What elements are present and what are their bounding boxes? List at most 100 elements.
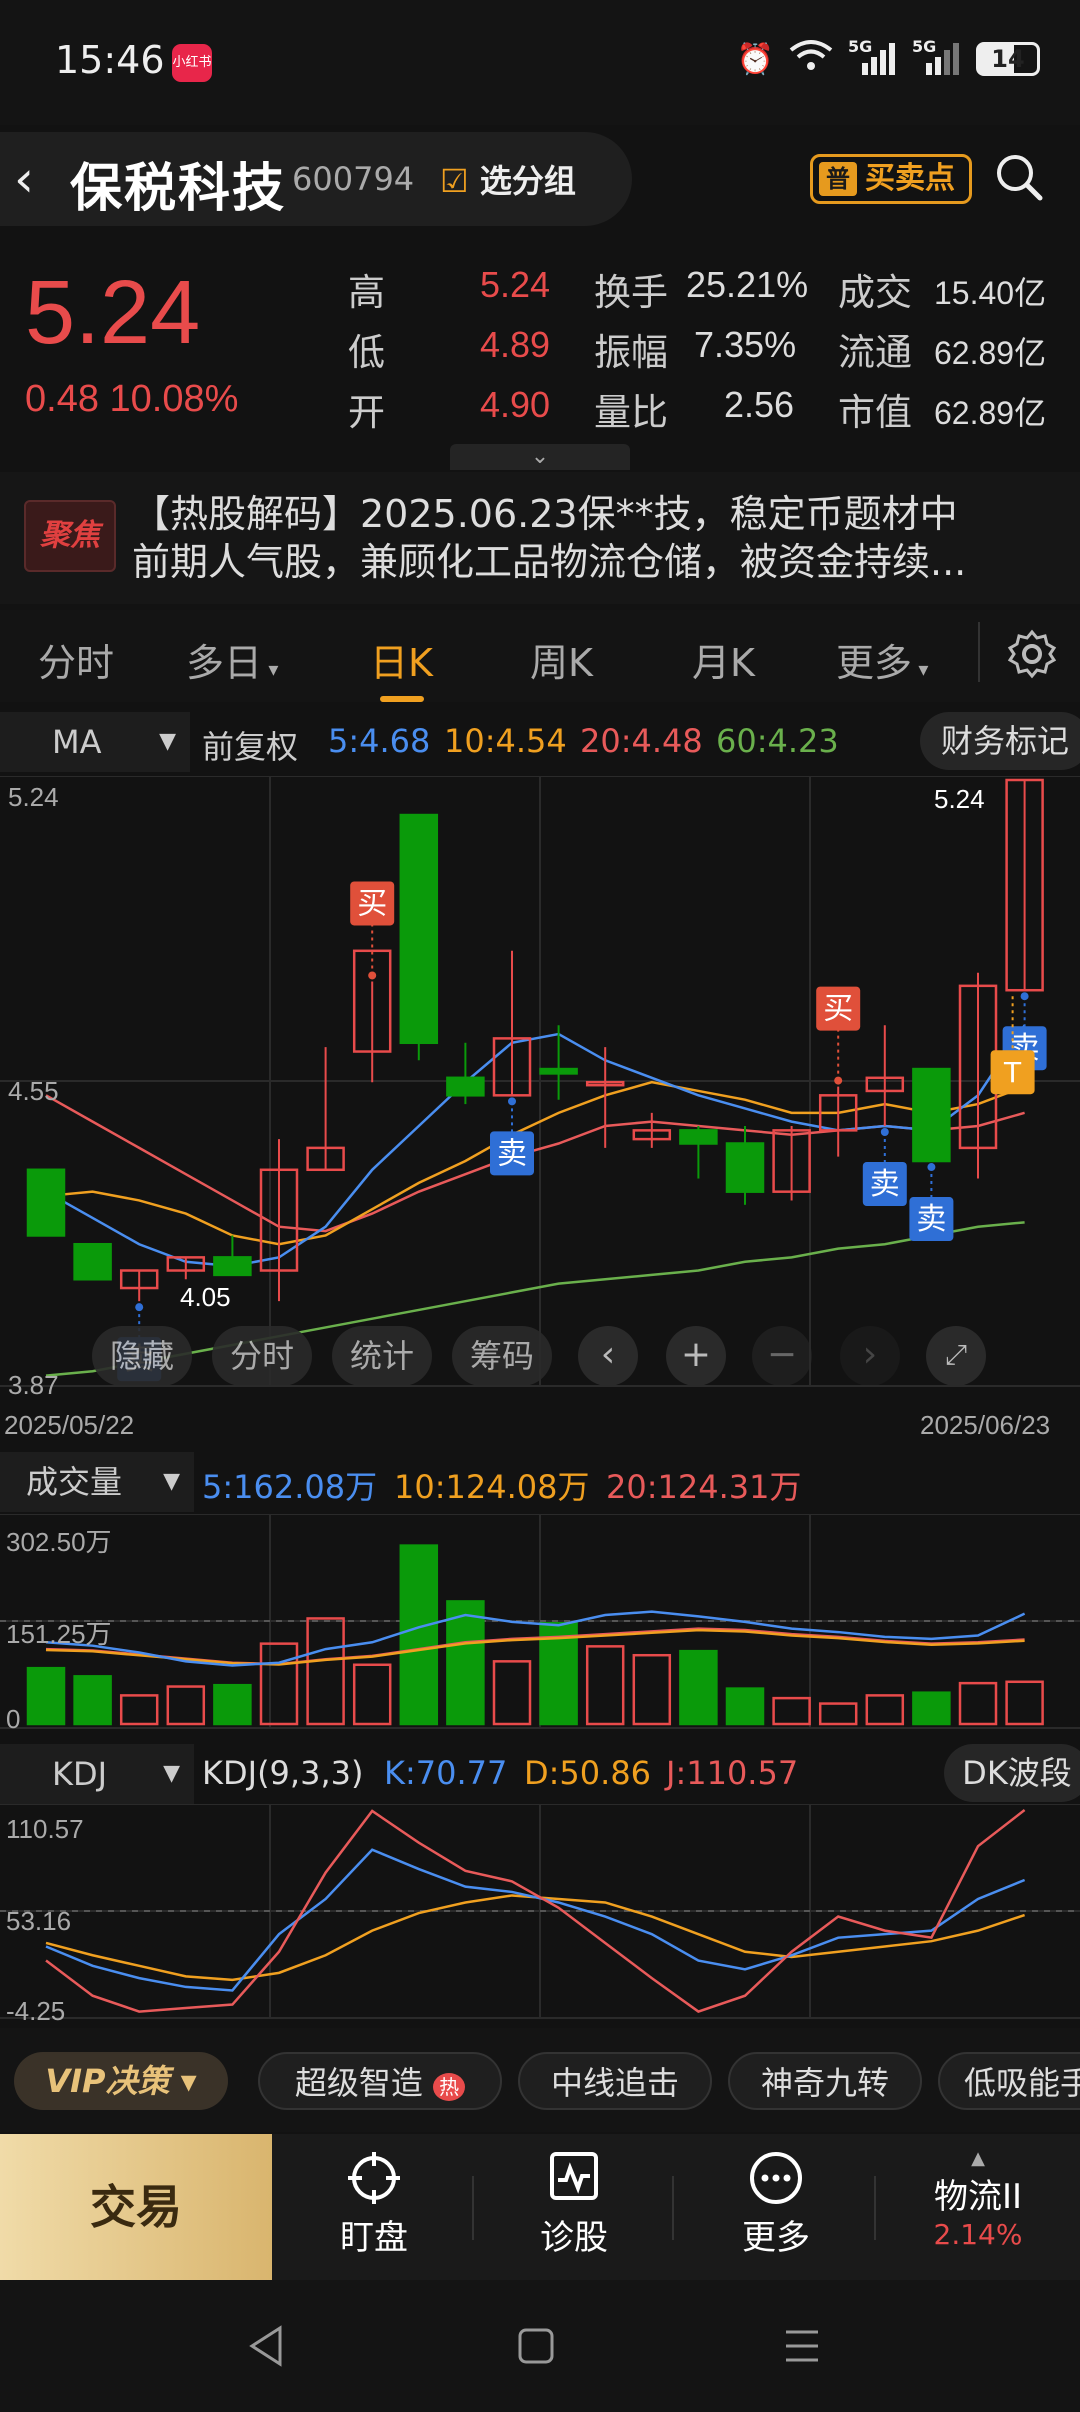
signal-dot	[1020, 992, 1029, 1001]
kdj-chart[interactable]	[0, 1804, 1080, 2028]
volume-bar	[166, 1685, 206, 1726]
system-menu-icon[interactable]	[782, 2326, 822, 2370]
candle-body	[539, 1067, 578, 1075]
trade-button[interactable]: 交易	[0, 2134, 272, 2280]
tab-monthly-k[interactable]: 月K	[692, 632, 755, 687]
signal-label: 卖	[870, 1167, 900, 1202]
ma10-value: 10:4.54	[444, 722, 567, 760]
volume-chart[interactable]	[0, 1514, 1080, 1736]
kline-chart[interactable]: 买买卖卖卖卖卖T	[0, 776, 1080, 1396]
wifi-icon	[788, 38, 834, 80]
back-icon[interactable]: ‹	[14, 150, 34, 208]
indicator-select-ma[interactable]: MA ▼	[0, 712, 190, 772]
signal-icon-2: 5G	[912, 37, 962, 77]
stock-name: 保税科技	[70, 159, 287, 219]
kdj-j: J:110.57	[666, 1754, 799, 1792]
tab-multiday[interactable]: 多日 ▾	[186, 632, 278, 687]
chips-button[interactable]: 筹码	[452, 1326, 552, 1386]
hide-button[interactable]: 隐藏	[92, 1326, 192, 1386]
pulse-chart-icon	[504, 2150, 644, 2210]
signal-dot	[508, 1097, 516, 1106]
system-home-icon[interactable]	[516, 2326, 556, 2370]
search-icon[interactable]	[992, 150, 1046, 204]
system-back-icon[interactable]	[246, 2324, 286, 2372]
candle-body	[679, 1129, 718, 1145]
watch-button[interactable]: 盯盘	[304, 2150, 444, 2259]
price-adjustment[interactable]: 前复权	[202, 722, 298, 768]
more-button[interactable]: 更多	[706, 2150, 846, 2259]
chevron-left-icon[interactable]: ‹	[578, 1326, 638, 1386]
volume-bar	[306, 1617, 345, 1726]
expand-chevron-icon[interactable]: ⌄	[450, 444, 630, 470]
price-axis-top: 5.24	[8, 782, 59, 812]
quote-label: 市值	[838, 391, 912, 434]
strategy-chip-2[interactable]: 中线追击	[518, 2052, 712, 2110]
signal-label: 卖	[916, 1202, 946, 1237]
vip-decision-button[interactable]: VIP决策 ▾	[14, 2052, 228, 2110]
tab-more[interactable]: 更多 ▾	[836, 632, 928, 687]
zoom-in-icon[interactable]: +	[666, 1326, 726, 1386]
intraday-overlay-button[interactable]: 分时	[212, 1326, 312, 1386]
status-icons: ⏰ 5G 5G 14	[737, 37, 1040, 80]
indicator-select-kdj[interactable]: KDJ ▼	[0, 1744, 194, 1804]
signal-label: 买	[823, 992, 853, 1027]
quote-label: 振幅	[594, 331, 668, 374]
quote-label: 开	[348, 391, 385, 434]
candle-body	[912, 1067, 951, 1163]
volume-bar	[585, 1645, 625, 1726]
tab-intraday[interactable]: 分时	[38, 632, 114, 687]
volume-bar	[772, 1696, 811, 1726]
ma5-value: 5:4.68	[328, 722, 431, 760]
quote-value: 2.56	[724, 384, 795, 425]
candle-body	[446, 1076, 485, 1097]
buy-sell-points-button[interactable]: 普 买卖点	[810, 154, 972, 204]
quote-value: 5.24	[480, 264, 551, 305]
kdj-params: KDJ(9,3,3)	[202, 1754, 364, 1792]
signal-label: 卖	[497, 1136, 527, 1171]
ma20-value: 20:4.48	[580, 722, 703, 760]
quote-label: 量比	[594, 391, 668, 434]
date-start: 2025/05/22	[4, 1410, 135, 1440]
strategy-chip-3[interactable]: 神奇九转	[728, 2052, 922, 2110]
fullscreen-icon[interactable]: ⤢	[926, 1326, 986, 1386]
tab-weekly-k[interactable]: 周K	[530, 632, 593, 687]
chevron-right-icon[interactable]: ›	[840, 1326, 900, 1386]
settings-gear-icon[interactable]	[1006, 628, 1058, 684]
volume-bar	[865, 1694, 905, 1726]
volume-bar	[352, 1663, 392, 1726]
statistics-button[interactable]: 统计	[332, 1326, 432, 1386]
sector-quote[interactable]: ▲ 物流II 2.14%	[880, 2148, 1076, 2251]
date-end: 2025/06/23	[920, 1410, 1051, 1440]
signal-dot	[368, 971, 377, 980]
ma5-line	[45, 1024, 1026, 1268]
quote-value: 4.89	[480, 324, 551, 365]
crosshair-icon	[304, 2150, 444, 2210]
hot-badge-icon: 热	[433, 2073, 466, 2101]
kdj-d: D:50.86	[524, 1754, 652, 1792]
system-nav	[0, 2280, 1080, 2412]
signal-label: 买	[357, 886, 387, 921]
status-time: 15:46	[55, 38, 165, 82]
indicator-select-volume[interactable]: 成交量 ▼	[0, 1452, 194, 1512]
strategy-chip-1[interactable]: 超级智造 热	[258, 2052, 502, 2110]
strategy-chip-4[interactable]: 低吸能手	[938, 2052, 1080, 2110]
candle-body	[26, 1168, 66, 1237]
low-price-label: 4.05	[180, 1282, 231, 1312]
volume-bar	[26, 1666, 66, 1726]
financial-marks-button[interactable]: 财务标记	[920, 712, 1080, 770]
volume-bar	[399, 1544, 439, 1726]
add-to-group-button[interactable]: ☑ 选分组	[440, 156, 576, 202]
quote-label: 成交	[838, 271, 912, 314]
stock-code: 600794	[292, 160, 415, 198]
zoom-out-icon[interactable]: −	[752, 1326, 812, 1386]
dk-band-button[interactable]: DK波段	[944, 1744, 1080, 1802]
battery-icon: 14	[976, 42, 1040, 76]
quote-label: 换手	[594, 271, 668, 314]
news-text[interactable]: 【热股解码】2025.06.23保**技，稳定币题材中 前期人气股，兼顾化工品物…	[132, 490, 1052, 586]
volume-bar	[725, 1687, 765, 1726]
diagnose-button[interactable]: 诊股	[504, 2150, 644, 2259]
tab-daily-k[interactable]: 日K	[370, 632, 433, 687]
signal-icon: 5G	[848, 37, 898, 77]
vol-ma5: 5:162.08万	[202, 1468, 378, 1506]
candle-body	[725, 1142, 765, 1193]
